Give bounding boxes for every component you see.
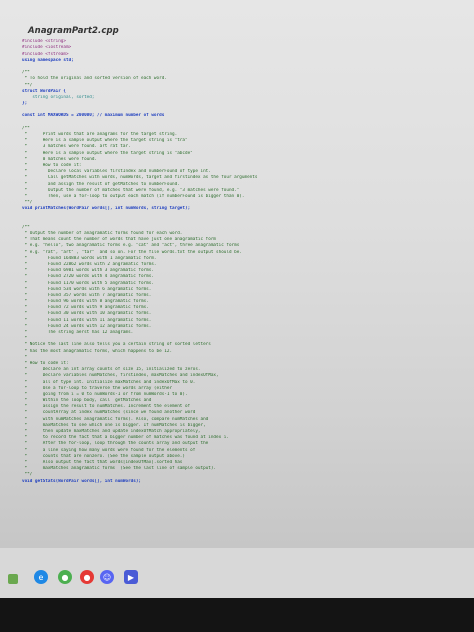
video-app-icon[interactable]: ▶ <box>124 570 138 584</box>
code-line: void getStats(WordPair words[], int numW… <box>22 478 141 484</box>
file-title: AnagramPart2.cpp <box>28 26 119 36</box>
edge-icon[interactable]: e <box>34 570 48 584</box>
code-lines: #include <string> #include <iostream> #inc… <box>22 39 462 485</box>
start-leaf-icon[interactable] <box>8 574 18 584</box>
chrome-icon[interactable]: ● <box>58 570 72 584</box>
monitor-bezel <box>0 598 474 632</box>
taskbar: e ● ● ☺ ▶ <box>0 548 474 598</box>
code-editor[interactable]: AnagramPart2.cpp #include <string> #inclu… <box>22 26 462 538</box>
discord-icon[interactable]: ☺ <box>100 570 114 584</box>
monitor-screen: AnagramPart2.cpp #include <string> #inclu… <box>0 0 474 548</box>
chrome-canary-icon[interactable]: ● <box>80 570 94 584</box>
